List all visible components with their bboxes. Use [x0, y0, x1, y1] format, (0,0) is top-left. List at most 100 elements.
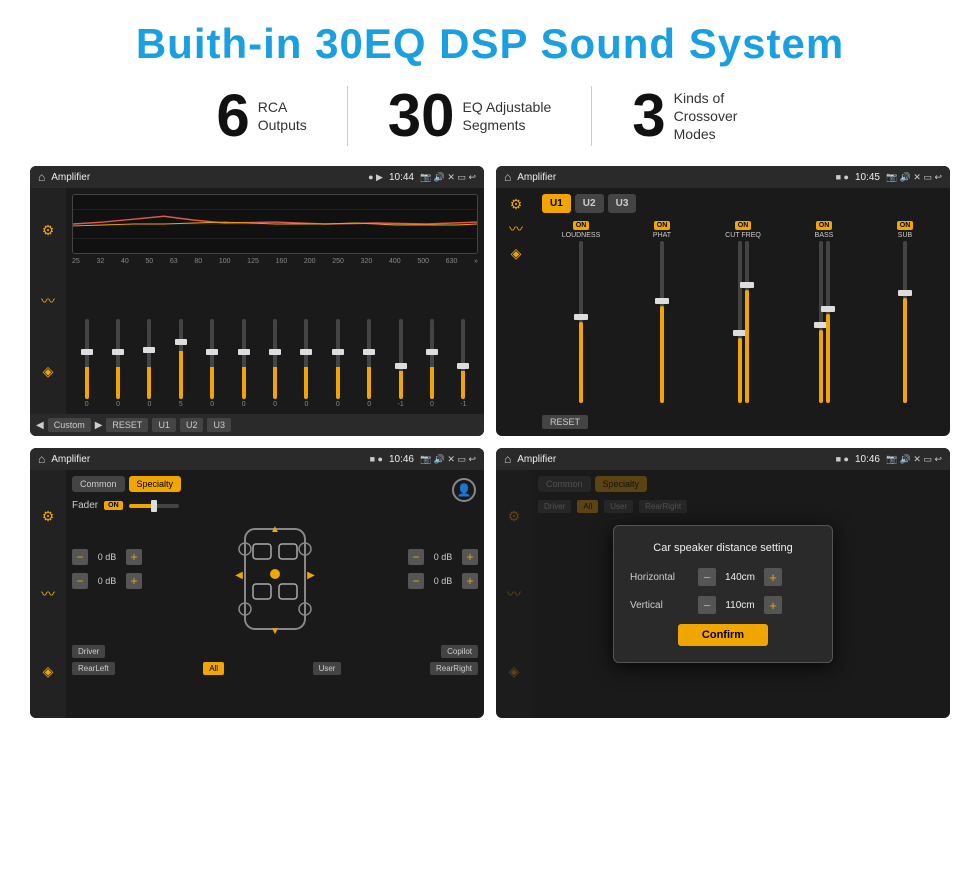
fader-layout: − 0 dB + − 0 dB + [72, 519, 478, 639]
crossover-icon-2[interactable]: 〰 [509, 219, 523, 239]
front-right-vol: − 0 dB + [408, 549, 478, 565]
eq-u1-btn[interactable]: U1 [152, 418, 176, 432]
distance-dialog: Car speaker distance setting Horizontal … [613, 525, 833, 663]
vertical-minus-btn[interactable]: − [698, 596, 716, 614]
phat-on-badge: ON [654, 221, 671, 230]
eq-reset-btn[interactable]: RESET [106, 418, 148, 432]
crossover-status-icons: 📷 🔊 ✕ ▭ ↩ [886, 172, 942, 183]
distance-topbar-title: Amplifier [517, 454, 829, 465]
eq-u3-btn[interactable]: U3 [207, 418, 231, 432]
crossover-u3-btn[interactable]: U3 [608, 194, 637, 213]
fader-home-icon[interactable]: ⌂ [38, 452, 45, 466]
rr-plus-btn[interactable]: + [462, 573, 478, 589]
stat-rca-number: 6 [216, 86, 249, 146]
sub-sliders [866, 241, 944, 403]
eq-sidebar-icon-2[interactable]: 〰 [41, 291, 55, 311]
fr-vol-value: 0 dB [428, 552, 458, 562]
fr-plus-btn[interactable]: + [462, 549, 478, 565]
eq-track-5[interactable] [242, 319, 246, 399]
distance-home-icon[interactable]: ⌂ [504, 452, 511, 466]
horizontal-plus-btn[interactable]: + [764, 568, 782, 586]
user-profile-icon[interactable]: 👤 [452, 478, 476, 502]
distance-topbar: ⌂ Amplifier ■ ● 10:46 📷 🔊 ✕ ▭ ↩ [496, 448, 950, 470]
horizontal-minus-btn[interactable]: − [698, 568, 716, 586]
confirm-button[interactable]: Confirm [678, 624, 768, 646]
fader-h-slider[interactable] [129, 504, 179, 508]
eq-sidebar-icon-3[interactable]: ◈ [43, 363, 54, 380]
fl-plus-btn[interactable]: + [126, 549, 142, 565]
home-icon[interactable]: ⌂ [38, 170, 45, 184]
eq-val-5: 0 [242, 401, 246, 408]
eq-sidebar-icon-1[interactable]: ⚙ [42, 222, 55, 239]
fader-sidebar-icon-2[interactable]: 〰 [41, 584, 55, 604]
stat-eq-label: EQ AdjustableSegments [463, 98, 552, 134]
fader-specialty-tab[interactable]: Specialty [129, 476, 182, 492]
fader-sidebar-icon-1[interactable]: ⚙ [42, 508, 55, 525]
eq-val-0: 0 [85, 401, 89, 408]
eq-prev-arrow[interactable]: ◀ [36, 420, 44, 431]
eq-track-8[interactable] [336, 319, 340, 399]
eq-track-2[interactable] [147, 319, 151, 399]
freq-320: 320 [361, 258, 373, 265]
eq-freq-labels: 25 32 40 50 63 80 100 125 160 200 250 32… [72, 258, 478, 265]
dialog-horizontal-row: Horizontal − 140cm + [630, 568, 816, 586]
fr-minus-btn[interactable]: − [408, 549, 424, 565]
eq-track-11[interactable] [430, 319, 434, 399]
fader-label: Fader [72, 500, 98, 511]
dialog-title: Car speaker distance setting [630, 542, 816, 554]
fader-common-tab[interactable]: Common [72, 476, 125, 492]
svg-text:▲: ▲ [270, 524, 280, 535]
rl-plus-btn[interactable]: + [126, 573, 142, 589]
stat-crossover-number: 3 [632, 86, 665, 146]
horizontal-label: Horizontal [630, 572, 690, 583]
eq-track-7[interactable] [304, 319, 308, 399]
phat-sliders [623, 241, 701, 403]
eq-dot-icons: ● ▶ [368, 172, 383, 183]
rr-minus-btn[interactable]: − [408, 573, 424, 589]
eq-next-arrow[interactable]: ▶ [95, 420, 103, 431]
eq-track-1[interactable] [116, 319, 120, 399]
eq-val-1: 0 [116, 401, 120, 408]
fl-minus-btn[interactable]: − [72, 549, 88, 565]
rearright-btn[interactable]: RearRight [430, 662, 478, 675]
copilot-btn[interactable]: Copilot [441, 645, 478, 658]
fader-sidebar-icon-3[interactable]: ◈ [43, 663, 54, 680]
eq-track-12[interactable] [461, 319, 465, 399]
eq-track-4[interactable] [210, 319, 214, 399]
crossover-home-icon[interactable]: ⌂ [504, 170, 511, 184]
eq-topbar: ⌂ Amplifier ● ▶ 10:44 📷 🔊 ✕ ▭ ↩ [30, 166, 484, 188]
fader-center-col: ▲ ▼ ◀ ▶ [148, 519, 402, 639]
ch-bass: ON BASS [785, 221, 863, 403]
stats-row: 6 RCAOutputs 30 EQ AdjustableSegments 3 … [30, 86, 950, 146]
eq-val-8: 0 [336, 401, 340, 408]
rearleft-btn[interactable]: RearLeft [72, 662, 115, 675]
eq-slider-7: 0 [292, 319, 321, 408]
all-btn[interactable]: All [203, 662, 224, 675]
crossover-u2-btn[interactable]: U2 [575, 194, 604, 213]
eq-track-0[interactable] [85, 319, 89, 399]
user-btn[interactable]: User [313, 662, 342, 675]
stat-rca-label: RCAOutputs [258, 98, 307, 134]
eq-custom-btn[interactable]: Custom [48, 418, 91, 432]
eq-main-area: 25 32 40 50 63 80 100 125 160 200 250 32… [66, 188, 484, 414]
eq-track-3[interactable] [179, 319, 183, 399]
eq-track-10[interactable] [399, 319, 403, 399]
driver-btn[interactable]: Driver [72, 645, 105, 658]
vertical-plus-btn[interactable]: + [764, 596, 782, 614]
fader-status-icons: 📷 🔊 ✕ ▭ ↩ [420, 454, 476, 465]
eq-u2-btn[interactable]: U2 [180, 418, 204, 432]
stat-rca: 6 RCAOutputs [176, 86, 346, 146]
rl-minus-btn[interactable]: − [72, 573, 88, 589]
rear-left-vol: − 0 dB + [72, 573, 142, 589]
crossover-icon-1[interactable]: ⚙ [510, 196, 523, 213]
eq-val-2: 0 [148, 401, 152, 408]
freq-200: 200 [304, 258, 316, 265]
eq-track-9[interactable] [367, 319, 371, 399]
eq-track-6[interactable] [273, 319, 277, 399]
fader-screen: ⌂ Amplifier ■ ● 10:46 📷 🔊 ✕ ▭ ↩ ⚙ 〰 ◈ [30, 448, 484, 718]
crossover-icon-3[interactable]: ◈ [511, 245, 522, 262]
stat-crossover: 3 Kinds ofCrossover Modes [592, 86, 803, 146]
crossover-reset-btn[interactable]: RESET [542, 415, 588, 429]
crossover-u1-btn[interactable]: U1 [542, 194, 571, 213]
eq-val-12: -1 [460, 401, 466, 408]
